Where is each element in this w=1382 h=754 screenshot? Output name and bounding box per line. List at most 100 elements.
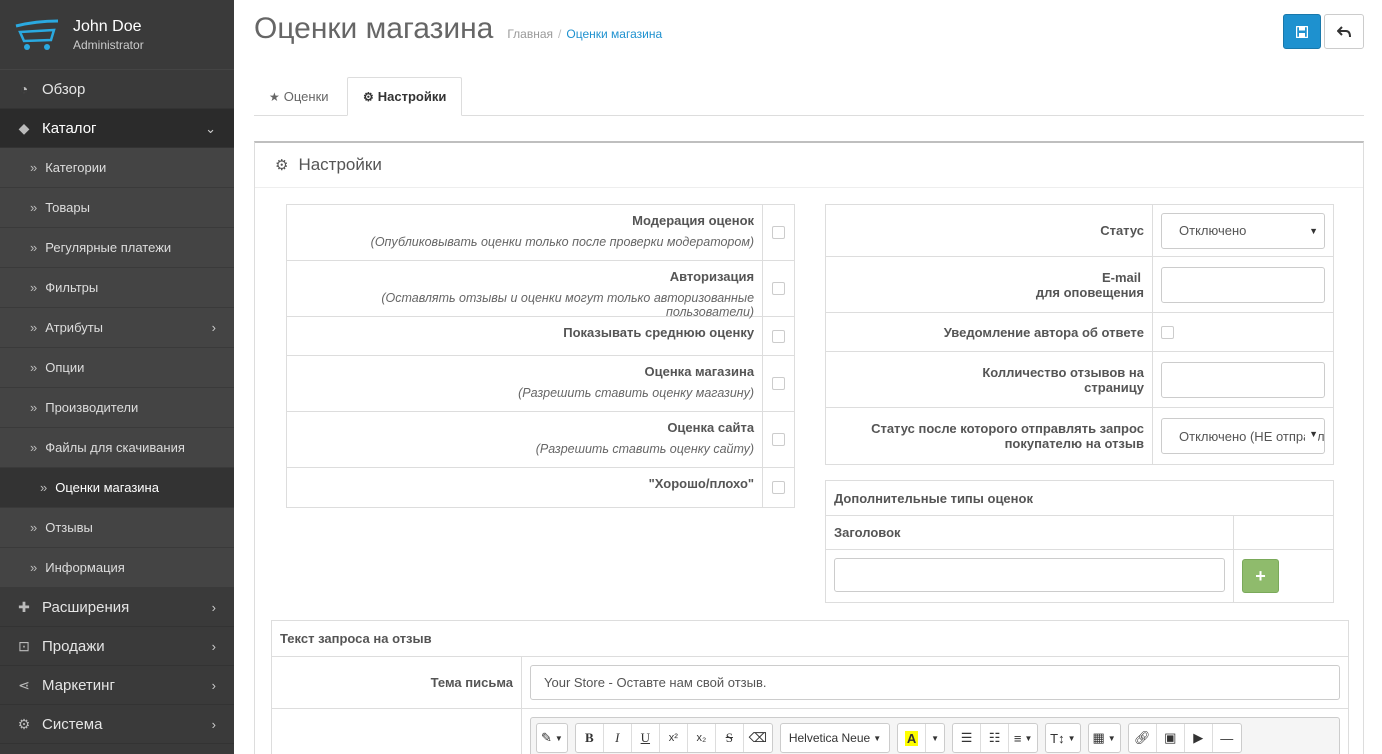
italic-button[interactable]: I	[604, 724, 632, 752]
double-chevron-icon: »	[40, 480, 48, 495]
moderation-checkbox[interactable]	[772, 226, 786, 239]
nav-store-ratings[interactable]: » Оценки магазина	[0, 468, 234, 508]
settings-panel: ⚙ Настройки Модерация оценок (Опубликовы…	[254, 141, 1364, 754]
double-chevron-icon: »	[30, 240, 38, 255]
breadcrumb: Главная / Оценки магазина	[507, 27, 662, 41]
nav-label: Обзор	[42, 80, 86, 98]
email-input[interactable]	[1161, 266, 1325, 303]
breadcrumb-separator: /	[558, 27, 562, 41]
table-button[interactable]: ▦ ▼	[1089, 724, 1120, 752]
double-chevron-icon: »	[30, 200, 38, 215]
tab-ratings[interactable]: ★ Оценки	[254, 77, 344, 116]
setting-row-notify-author: Уведомление автора об ответе	[826, 313, 1333, 352]
line-height-button[interactable]: T↕ ▼	[1046, 724, 1079, 752]
good-bad-checkbox[interactable]	[772, 481, 786, 494]
font-name-dropdown[interactable]: Helvetica Neue ▼	[781, 724, 889, 752]
superscript-button[interactable]: x²	[660, 724, 688, 752]
tab-settings[interactable]: ⚙ Настройки	[347, 77, 463, 116]
checkbox-cell	[763, 317, 794, 355]
nav-information[interactable]: » Информация	[0, 548, 234, 588]
cogs-icon: ⚙	[363, 89, 374, 104]
setting-label: Оценка магазина	[644, 364, 755, 379]
tags-icon: ◆	[18, 119, 30, 136]
email-label-line2: для оповещения	[1035, 284, 1144, 300]
font-color-button[interactable]: A	[898, 724, 927, 752]
nav-label: Товары	[45, 200, 90, 215]
setting-label-cell: Оценка магазина (Разрешить ставить оценк…	[287, 356, 764, 411]
nav-recurring[interactable]: » Регулярные платежи	[0, 228, 234, 268]
setting-label: Показывать среднюю оценку	[563, 325, 755, 340]
back-button[interactable]	[1324, 14, 1364, 49]
control-cell: Your Store - Оставте нам свой отзыв.	[522, 657, 1348, 708]
nav-extensions[interactable]: ✚ Расширения ›	[0, 588, 234, 627]
site-rating-checkbox[interactable]	[772, 433, 786, 446]
notify-author-checkbox[interactable]	[1161, 325, 1174, 339]
per-page-label-text: Колличество отзывов на страницу	[982, 364, 1144, 395]
paragraph-button[interactable]: ≡ ▼	[1009, 724, 1037, 752]
setting-row-store-rating: Оценка магазина (Разрешить ставить оценк…	[287, 356, 794, 412]
average-checkbox[interactable]	[772, 329, 786, 343]
link-button[interactable]: 🔗︎	[1129, 724, 1157, 752]
nav-manufacturers[interactable]: » Производители	[0, 388, 234, 428]
cog-icon: ⚙	[17, 715, 31, 732]
chevron-right-icon: ›	[211, 717, 216, 732]
setting-label: "Хорошо/плохо"	[648, 476, 755, 491]
request-text-table: Текст запроса на отзыв Тема письма Your …	[271, 620, 1349, 754]
double-chevron-icon: »	[30, 160, 38, 175]
setting-label-cell: Авторизация (Оставлять отзывы и оценки м…	[287, 261, 764, 319]
breadcrumb-current[interactable]: Оценки магазина	[566, 27, 662, 41]
nav-label: Отзывы	[45, 520, 93, 535]
save-icon	[1296, 25, 1308, 38]
ordered-list-button[interactable]: ☷	[981, 724, 1010, 752]
save-button[interactable]	[1283, 14, 1321, 49]
nav-reviews[interactable]: » Отзывы	[0, 508, 234, 548]
nav-products[interactable]: » Товары	[0, 188, 234, 228]
nav-attributes[interactable]: » Атрибуты ›	[0, 308, 234, 348]
authorization-checkbox[interactable]	[772, 282, 786, 295]
nav-marketing[interactable]: ⋖ Маркетинг ›	[0, 666, 234, 705]
hr-button[interactable]: —	[1213, 724, 1241, 752]
panel-title: Настройки	[298, 155, 382, 174]
status-select[interactable]: Отключено ▼	[1161, 212, 1325, 249]
main-content: Оценки магазина Главная / Оценки магазина …	[234, 0, 1382, 754]
extra-type-title-input[interactable]	[834, 558, 1225, 592]
bold-button[interactable]: B	[576, 724, 604, 752]
setting-row-moderation: Модерация оценок (Опубликовывать оценки …	[287, 205, 794, 261]
nav-downloads[interactable]: » Файлы для скачивания	[0, 428, 234, 468]
nav-system[interactable]: ⚙ Система ›	[0, 705, 234, 744]
eraser-button[interactable]: ⌫	[744, 724, 772, 752]
strikethrough-button[interactable]: S	[716, 724, 744, 752]
underline-button[interactable]: U	[632, 724, 660, 752]
setting-help: (Оставлять отзывы и оценки могут только …	[381, 291, 755, 319]
toolbar-group: T↕ ▼	[1045, 723, 1081, 753]
style-button[interactable]: ✎ ▼	[537, 724, 567, 752]
nav-sales[interactable]: ⊡ Продажи ›	[0, 627, 234, 666]
breadcrumb-home[interactable]: Главная	[507, 27, 553, 41]
video-button[interactable]: ▶	[1185, 724, 1213, 752]
tab-label: Настройки	[377, 89, 447, 104]
font-color-dropdown[interactable]: ▼	[926, 724, 944, 752]
reply-icon	[1337, 25, 1351, 37]
image-button[interactable]: ▣	[1157, 724, 1185, 752]
checkbox-cell	[763, 356, 794, 411]
add-type-button[interactable]: +	[1242, 559, 1279, 593]
store-rating-checkbox[interactable]	[772, 377, 786, 390]
nav-catalog[interactable]: ◆ Каталог ⌄	[0, 109, 234, 148]
nav-categories[interactable]: » Категории	[0, 148, 234, 188]
nav-options[interactable]: » Опции	[0, 348, 234, 388]
subject-input[interactable]: Your Store - Оставте нам свой отзыв.	[530, 665, 1340, 700]
control-cell	[1153, 313, 1333, 351]
nav-filters[interactable]: » Фильтры	[0, 268, 234, 308]
setting-label-cell: Оценка сайта (Разрешить ставить оценку с…	[287, 412, 764, 467]
subscript-button[interactable]: x₂	[688, 724, 716, 752]
per-page-input[interactable]	[1161, 361, 1325, 398]
unordered-list-button[interactable]: ☰	[953, 724, 982, 752]
subject-label: Тема письма	[272, 657, 522, 708]
caret-down-icon: ▼	[931, 733, 940, 743]
nav-label: Фильтры	[45, 280, 99, 295]
control-cell: Отключено ▼	[1153, 205, 1333, 256]
request-status-select[interactable]: Отключено (НЕ отправлять) ▼	[1161, 418, 1325, 454]
select-value: Отключено	[1179, 223, 1247, 238]
chevron-down-icon: ⌄	[205, 121, 216, 136]
nav-overview[interactable]: ◔ Обзор	[0, 70, 234, 109]
